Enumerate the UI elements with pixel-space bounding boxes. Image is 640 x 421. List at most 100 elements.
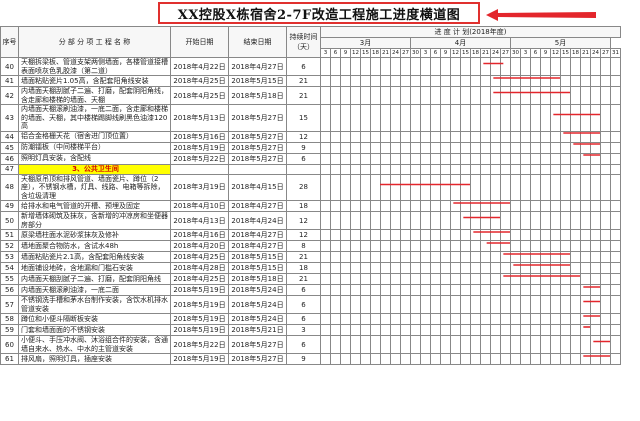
gantt-cell: [450, 295, 461, 314]
gantt-cell: [430, 229, 441, 241]
gantt-cell: [610, 163, 621, 175]
gantt-cell: [420, 86, 431, 105]
row-name: 照明灯具安装，含配线: [18, 152, 171, 165]
gantt-cell: [490, 163, 501, 175]
gantt-cell: [590, 75, 601, 87]
gantt-cell: [440, 262, 451, 274]
gantt-cell: [500, 130, 511, 143]
row-start: 2018年5月22日: [170, 335, 229, 354]
row-seq: 49: [0, 200, 19, 212]
month-label: 4月: [410, 37, 511, 49]
gantt-cell: [350, 211, 361, 230]
gantt-cell: [430, 163, 441, 175]
gantt-cell: [390, 200, 401, 212]
gantt-cell: [380, 251, 391, 263]
gantt-cell: [600, 284, 611, 296]
gantt-cell: [340, 295, 351, 314]
row-duration: 6: [286, 152, 321, 165]
gantt-cell: [610, 273, 621, 285]
gantt-cell: [490, 295, 501, 314]
gantt-cell: [480, 284, 491, 296]
gantt-cell: [550, 284, 561, 296]
day-tick: 6: [430, 48, 441, 58]
gantt-cell: [510, 173, 521, 201]
gantt-cell: [490, 211, 501, 230]
gantt-cell: [590, 313, 601, 325]
day-tick: 15: [360, 48, 371, 58]
row-name: 新增墙体砌筑及抹灰，含新增的冲凉房和坐便器房部分: [18, 211, 171, 230]
gantt-cell: [420, 57, 431, 76]
gantt-cell: [450, 86, 461, 105]
gantt-cell: [610, 86, 621, 105]
row-duration: 21: [286, 273, 321, 285]
gantt-cell: [430, 86, 441, 105]
gantt-cell: [360, 313, 371, 325]
gantt-cell: [400, 211, 411, 230]
gantt-cell: [610, 173, 621, 201]
gantt-cell: [360, 200, 371, 212]
gantt-cell: [400, 251, 411, 263]
gantt-cell: [440, 324, 451, 336]
row-name: 蹲位和小便斗隔断板安装: [18, 313, 171, 325]
gantt-cell: [450, 173, 461, 201]
gantt-cell: [600, 251, 611, 263]
gantt-cell: [570, 211, 581, 230]
gantt-cell: [450, 211, 461, 230]
row-start: 2018年4月20日: [170, 240, 229, 252]
gantt-cell: [560, 130, 571, 143]
gantt-cell: [560, 200, 571, 212]
gantt-cell: [460, 141, 471, 154]
day-tick: 27: [600, 48, 611, 58]
gantt-cell: [420, 251, 431, 263]
gantt-cell: [540, 324, 551, 336]
gantt-cell: [550, 251, 561, 263]
gantt-cell: [450, 251, 461, 263]
gantt-cell: [340, 251, 351, 263]
gantt-cell: [550, 295, 561, 314]
row-duration: 8: [286, 240, 321, 252]
gantt-cell: [540, 335, 551, 354]
row-name: 防潮镭板（中间楼梯平台）: [18, 141, 171, 154]
gantt-cell: [580, 273, 591, 285]
day-tick: 9: [340, 48, 351, 58]
gantt-cell: [560, 335, 571, 354]
gantt-cell: [440, 251, 451, 263]
gantt-cell: [320, 251, 331, 263]
gantt-cell: [440, 141, 451, 154]
gantt-cell: [500, 353, 511, 365]
gantt-cell: [320, 173, 331, 201]
gantt-cell: [350, 295, 361, 314]
gantt-cell: [580, 173, 591, 201]
gantt-cell: [330, 295, 341, 314]
gantt-cell: [370, 173, 381, 201]
table-row: 50 新增墙体砌筑及抹灰，含新增的冲凉房和坐便器房部分 2018年4月13日 2018…: [0, 211, 621, 230]
gantt-cell: [530, 273, 541, 285]
gantt-cell: [430, 353, 441, 365]
row-seq: 40: [0, 57, 19, 76]
gantt-cell: [400, 229, 411, 241]
gantt-cell: [360, 335, 371, 354]
gantt-cell: [420, 211, 431, 230]
gantt-cell: [560, 173, 571, 201]
gantt-cell: [590, 240, 601, 252]
gantt-cell: [390, 284, 401, 296]
gantt-cell: [550, 262, 561, 274]
gantt-cell: [560, 86, 571, 105]
gantt-cell: [410, 295, 421, 314]
gantt-cell: [550, 130, 561, 143]
row-duration: 12: [286, 229, 321, 241]
gantt-cell: [510, 353, 521, 365]
gantt-cell: [420, 353, 431, 365]
row-start: 2018年3月19日: [170, 173, 229, 201]
gantt-cell: [510, 273, 521, 285]
gantt-cell: [560, 57, 571, 76]
gantt-cell: [580, 295, 591, 314]
row-end: 2018年5月15日: [228, 75, 287, 87]
gantt-cell: [380, 211, 391, 230]
gantt-cell: [450, 200, 461, 212]
month-label: 3月: [320, 37, 411, 49]
day-tick: 18: [470, 48, 481, 58]
gantt-cell: [420, 173, 431, 201]
gantt-cell: [560, 353, 571, 365]
gantt-cell: [550, 75, 561, 87]
